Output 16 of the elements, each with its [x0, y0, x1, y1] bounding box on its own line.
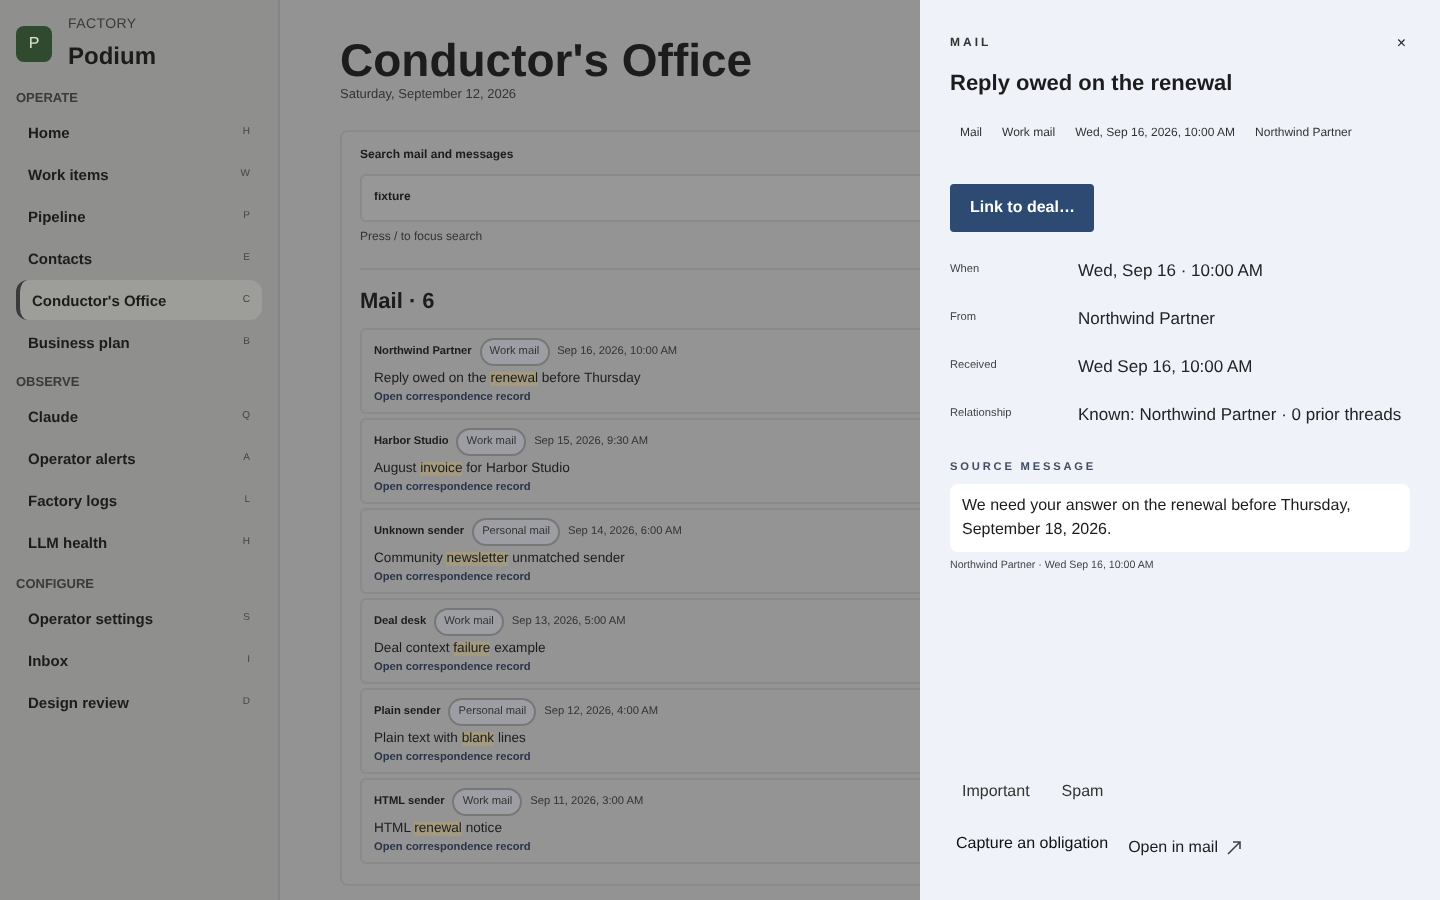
brand-name: Podium — [68, 39, 156, 73]
drawer-title: Reply owed on the renewal — [950, 70, 1235, 100]
arrow-icon — [1225, 840, 1242, 856]
field-value: Wed, Sep 16 · 10:00 AM — [1078, 258, 1263, 284]
field-value: Northwind Partner — [1078, 306, 1216, 332]
open-mail-link[interactable]: Open in mail — [1122, 832, 1248, 864]
field-value: Known: Northwind Partner · 0 prior threads — [1078, 402, 1402, 428]
link-deal-button[interactable]: Link to deal… — [950, 183, 1095, 231]
logo-icon: P — [16, 26, 52, 63]
capture-button[interactable]: Capture an obligation — [950, 828, 1115, 860]
page-title: Conductor's Office — [340, 36, 755, 87]
close-button[interactable]: × — [1392, 32, 1410, 56]
flag-button[interactable]: Important — [950, 776, 1042, 808]
flag-button[interactable]: Spam — [1049, 776, 1116, 808]
source-message: We need your answer on the renewal before Thursday, September 18, 2026. — [950, 483, 1410, 552]
field-value: Wed Sep 16, 10:00 AM — [1078, 354, 1253, 380]
